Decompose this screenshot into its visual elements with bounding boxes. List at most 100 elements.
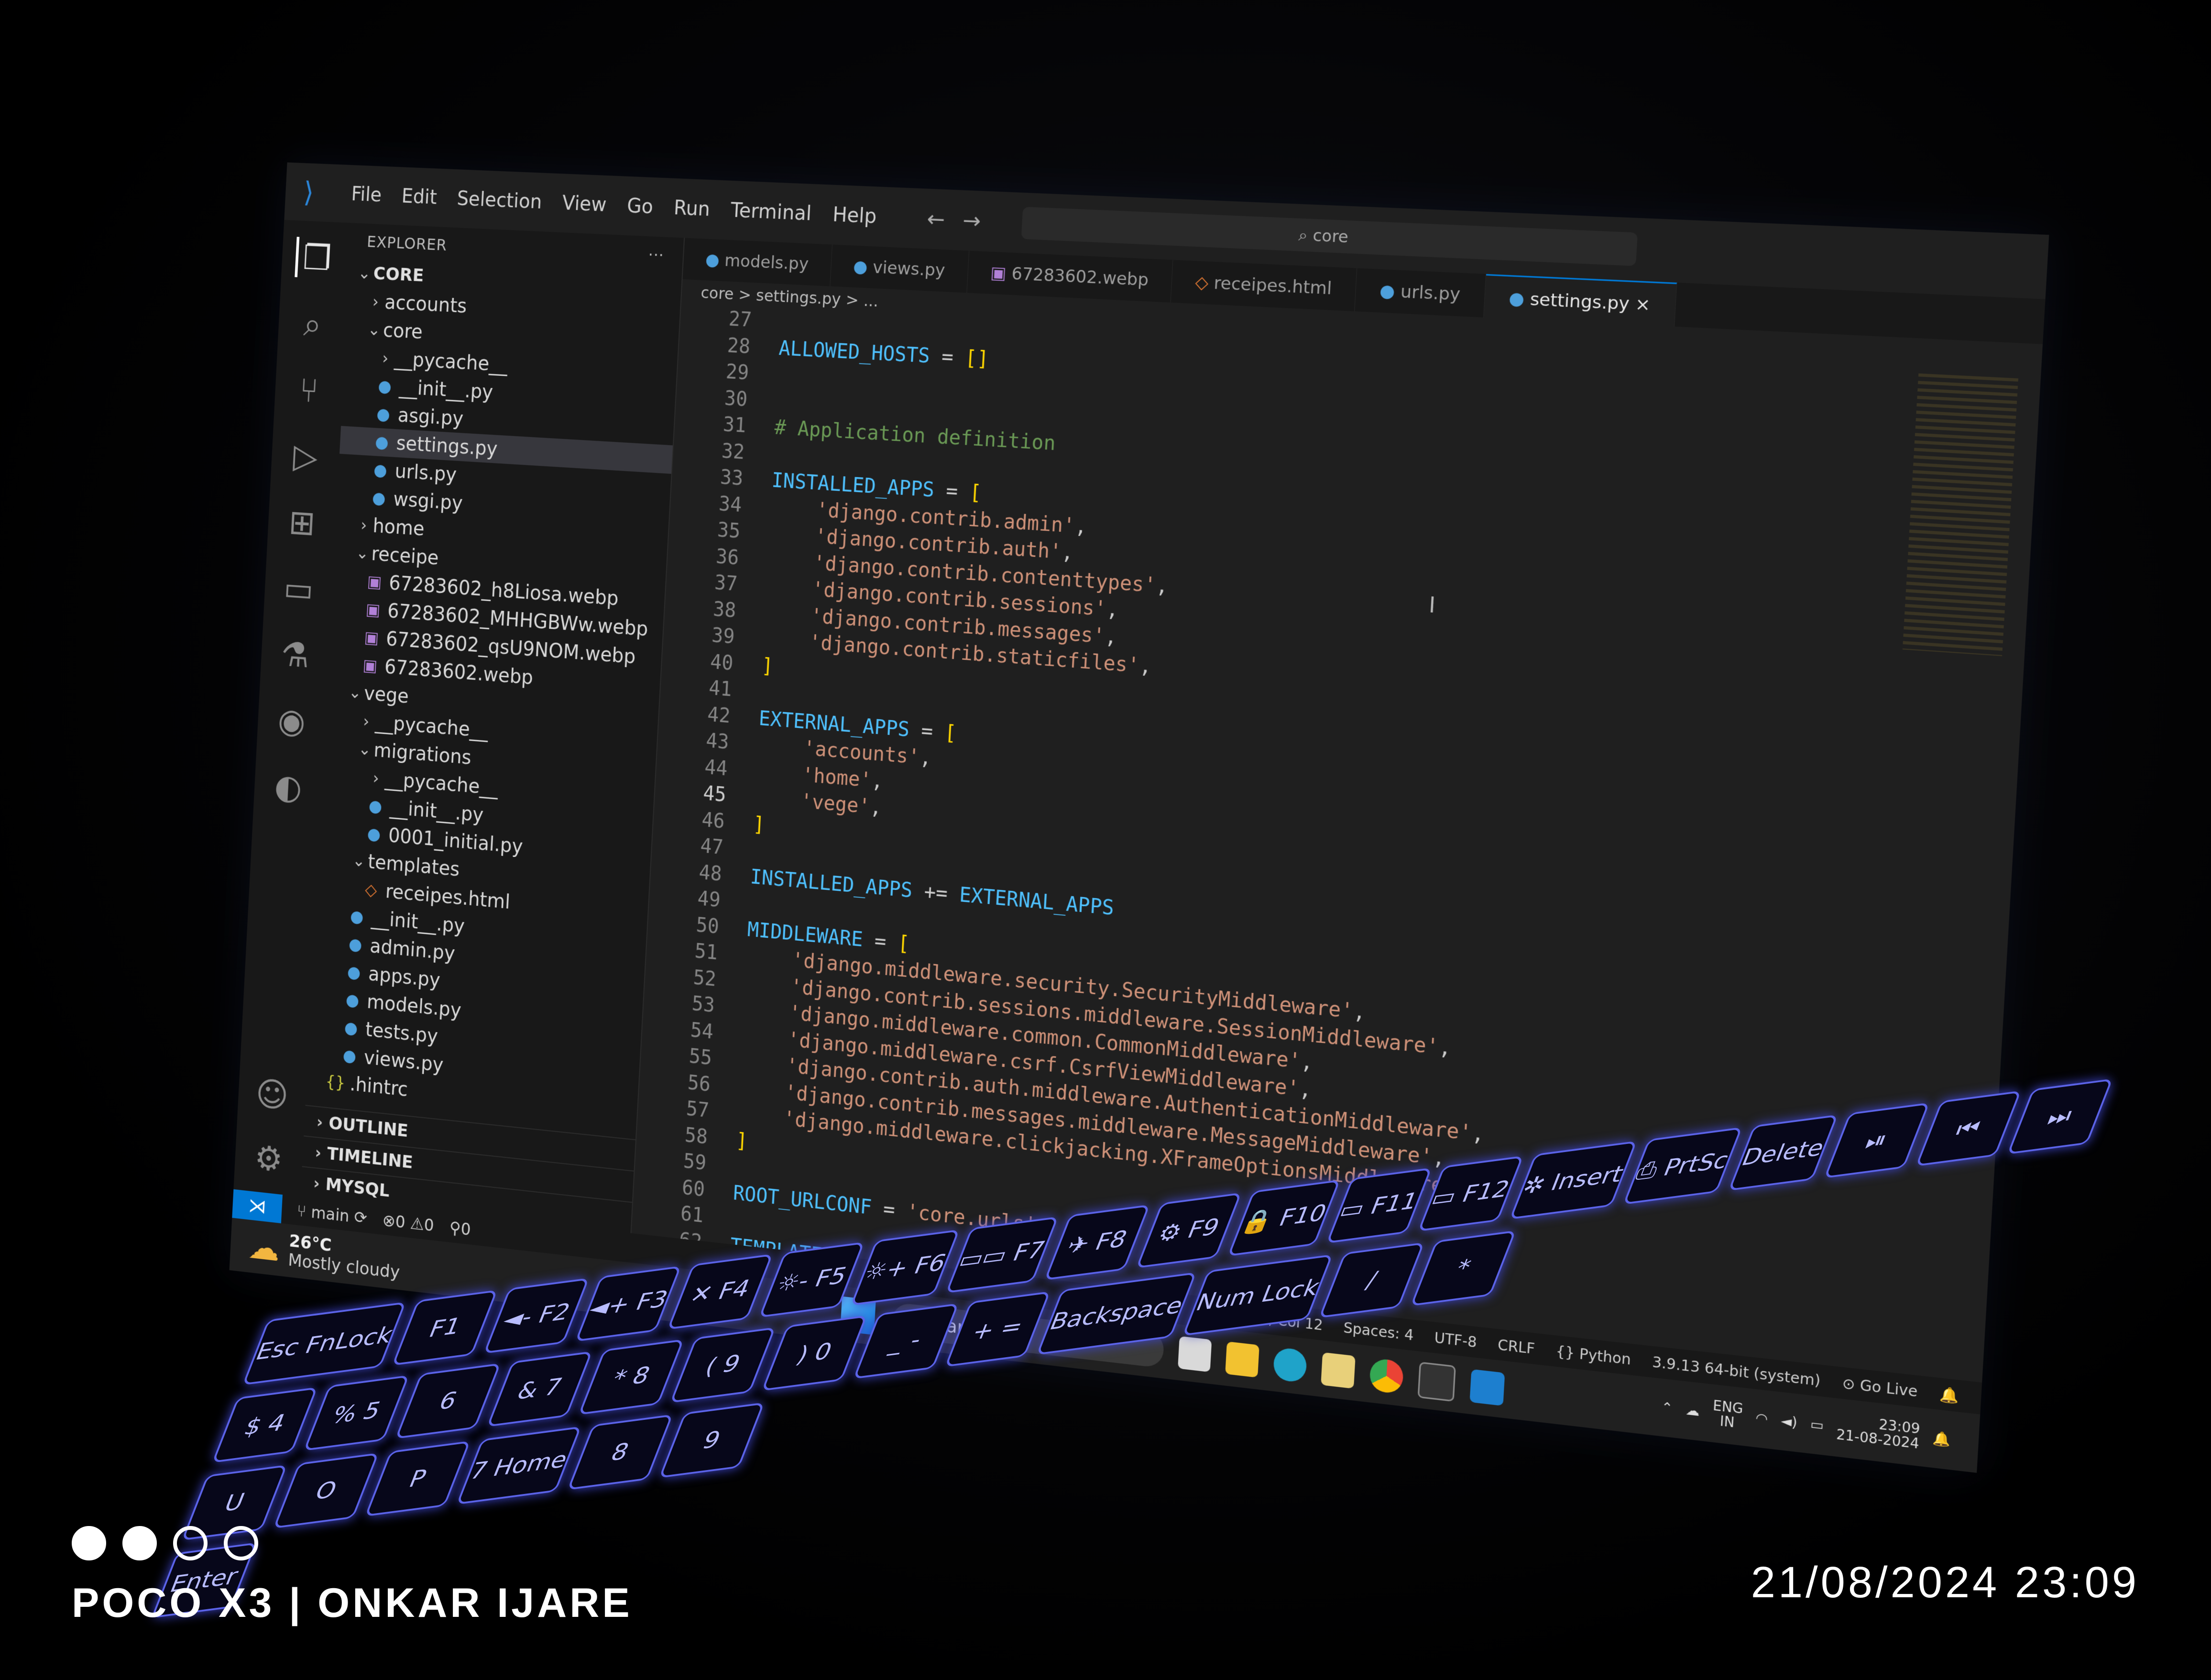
keyboard-key: Num Lock [1182, 1254, 1333, 1336]
history-navigation: ← → [926, 206, 981, 234]
tree-item-label: wsgi.py [393, 485, 463, 517]
code-text: ] [735, 1127, 748, 1155]
error-icon: ⊗ [382, 1210, 396, 1231]
chevron-down-icon: ⌄ [355, 735, 374, 764]
chevron-down-icon: ⌄ [364, 315, 384, 344]
forward-arrow-icon[interactable]: → [962, 208, 982, 234]
minimap[interactable] [1903, 373, 2018, 656]
extensions-icon[interactable]: ⊞ [282, 501, 322, 544]
back-arrow-icon[interactable]: ← [926, 206, 945, 232]
remote-explorer-icon[interactable]: ▭ [279, 567, 318, 610]
keyboard-key: ▭ F12 [1417, 1156, 1523, 1232]
editor-tab[interactable]: ◇ receipes.html [1171, 260, 1357, 311]
broadcast-icon: ⚲ [449, 1218, 461, 1239]
source-control-icon[interactable]: ⑂ [289, 369, 329, 412]
python-file-icon: ● [1379, 281, 1401, 302]
keyboard-key: * 8 [578, 1339, 684, 1415]
editor-tab[interactable]: ● urls.py [1355, 268, 1486, 318]
keyboard-key: & 7 [487, 1351, 593, 1427]
python-file-icon: ● [705, 250, 725, 270]
tree-item-label: home [372, 512, 425, 543]
keyboard-key: Backspace [1036, 1272, 1197, 1355]
run-debug-icon[interactable]: ▷ [285, 435, 325, 478]
keyboard-key: ◄- F2 [484, 1278, 590, 1354]
tab-label: settings.py [1530, 289, 1630, 314]
python-file-icon: ● [363, 819, 385, 849]
ports-indicator[interactable]: ⚲0 [449, 1218, 471, 1240]
tree-item-label: urls.py [394, 457, 457, 489]
tab-label: receipes.html [1214, 273, 1333, 299]
keyboard-key: ☼- F5 [759, 1242, 865, 1318]
device-label: POCO X3 | ONKAR IJARE [72, 1580, 633, 1627]
tab-label: models.py [724, 251, 809, 275]
python-file-icon: ● [340, 1013, 362, 1043]
tab-label: views.py [872, 257, 945, 281]
partly-cloudy-icon: ☁ [248, 1227, 281, 1269]
python-file-icon: ● [368, 483, 390, 513]
menu-file[interactable]: File [351, 183, 383, 206]
file-tree: ⌄ CORE › accounts ⌄ core › __pycache__ ● __init__… [306, 259, 682, 1128]
editor-tab[interactable]: ● models.py [683, 238, 832, 286]
menu-run[interactable]: Run [673, 197, 711, 221]
python-file-icon: ● [339, 1041, 361, 1071]
menu-help[interactable]: Help [832, 203, 877, 228]
keyboard-key: 7 Home [456, 1426, 581, 1504]
menu-terminal[interactable]: Terminal [730, 199, 812, 225]
accounts-icon[interactable]: ☺ [252, 1073, 292, 1117]
search-icon[interactable]: ⌕ [293, 303, 332, 345]
camera-dot [173, 1526, 208, 1560]
menu-selection[interactable]: Selection [456, 187, 542, 213]
github-icon[interactable]: ◉ [272, 699, 311, 742]
menu-edit[interactable]: Edit [401, 185, 438, 209]
laptop-screen: ⟩ File Edit Selection View Go Run Termin… [258, 163, 1941, 1272]
chevron-right-icon: › [307, 1168, 327, 1199]
problems-indicator[interactable]: ⊗0 ⚠0 [382, 1210, 435, 1235]
menu-view[interactable]: View [562, 192, 607, 216]
chevron-down-icon: ⌄ [355, 259, 374, 287]
close-icon[interactable]: × [1629, 294, 1651, 316]
keyboard-key: F1 [392, 1290, 498, 1366]
keyboard-key: * [1411, 1230, 1517, 1307]
python-file-icon: ● [365, 791, 386, 821]
editor-tab[interactable]: ● views.py [830, 244, 969, 293]
image-file-icon: ▣ [360, 651, 381, 680]
chevron-right-icon: › [356, 707, 376, 736]
keyboard-key: % 5 [304, 1375, 410, 1451]
python-file-icon: ● [374, 372, 395, 401]
keyboard-key: ▭ F11 [1326, 1168, 1432, 1244]
git-branch-icon: ⑂ [296, 1201, 311, 1222]
menu-go[interactable]: Go [626, 195, 654, 219]
vscode-logo-icon: ⟩ [303, 177, 332, 208]
image-file-icon: ▣ [364, 567, 385, 596]
image-file-icon: ▣ [361, 623, 383, 652]
keyboard-key: / [1319, 1242, 1425, 1318]
edge-devtools-icon[interactable]: ◐ [268, 765, 308, 809]
keyboard-key: + = [945, 1291, 1051, 1367]
keyboard-key: ✈ F8 [1044, 1205, 1150, 1281]
editor-tab[interactable]: ● settings.py × [1484, 274, 1677, 327]
camera-watermark: POCO X3 | ONKAR IJARE [72, 1526, 633, 1627]
testing-icon[interactable]: ⚗ [275, 633, 315, 676]
photo-timestamp: 21/08/2024 23:09 [1751, 1558, 2139, 1608]
camera-dots [72, 1526, 633, 1560]
settings-gear-icon[interactable]: ⚙ [249, 1137, 289, 1181]
tree-item-label: receipe [371, 540, 439, 572]
keyboard-key: 8 [567, 1414, 673, 1490]
explorer-icon[interactable]: ❐ [295, 237, 337, 279]
keyboard-key: P [365, 1441, 471, 1517]
tree-item-label: CORE [372, 260, 425, 290]
tree-item-label: accounts [384, 288, 468, 320]
more-actions-icon[interactable]: ··· [647, 236, 665, 274]
chevron-right-icon: › [366, 764, 386, 793]
chevron-right-icon: › [375, 344, 395, 373]
python-file-icon: ● [342, 985, 363, 1015]
camera-dot [122, 1526, 157, 1560]
python-file-icon: ● [345, 930, 366, 959]
keyboard-key: 9 [658, 1402, 765, 1478]
python-file-icon: ● [343, 957, 365, 987]
tab-label: 67283602.webp [1011, 264, 1149, 290]
python-file-icon: ● [853, 256, 873, 277]
branch-indicator[interactable]: ⑂ main ⟳ [296, 1201, 368, 1228]
chevron-right-icon: › [310, 1107, 329, 1138]
chevron-down-icon: ⌄ [352, 538, 372, 568]
